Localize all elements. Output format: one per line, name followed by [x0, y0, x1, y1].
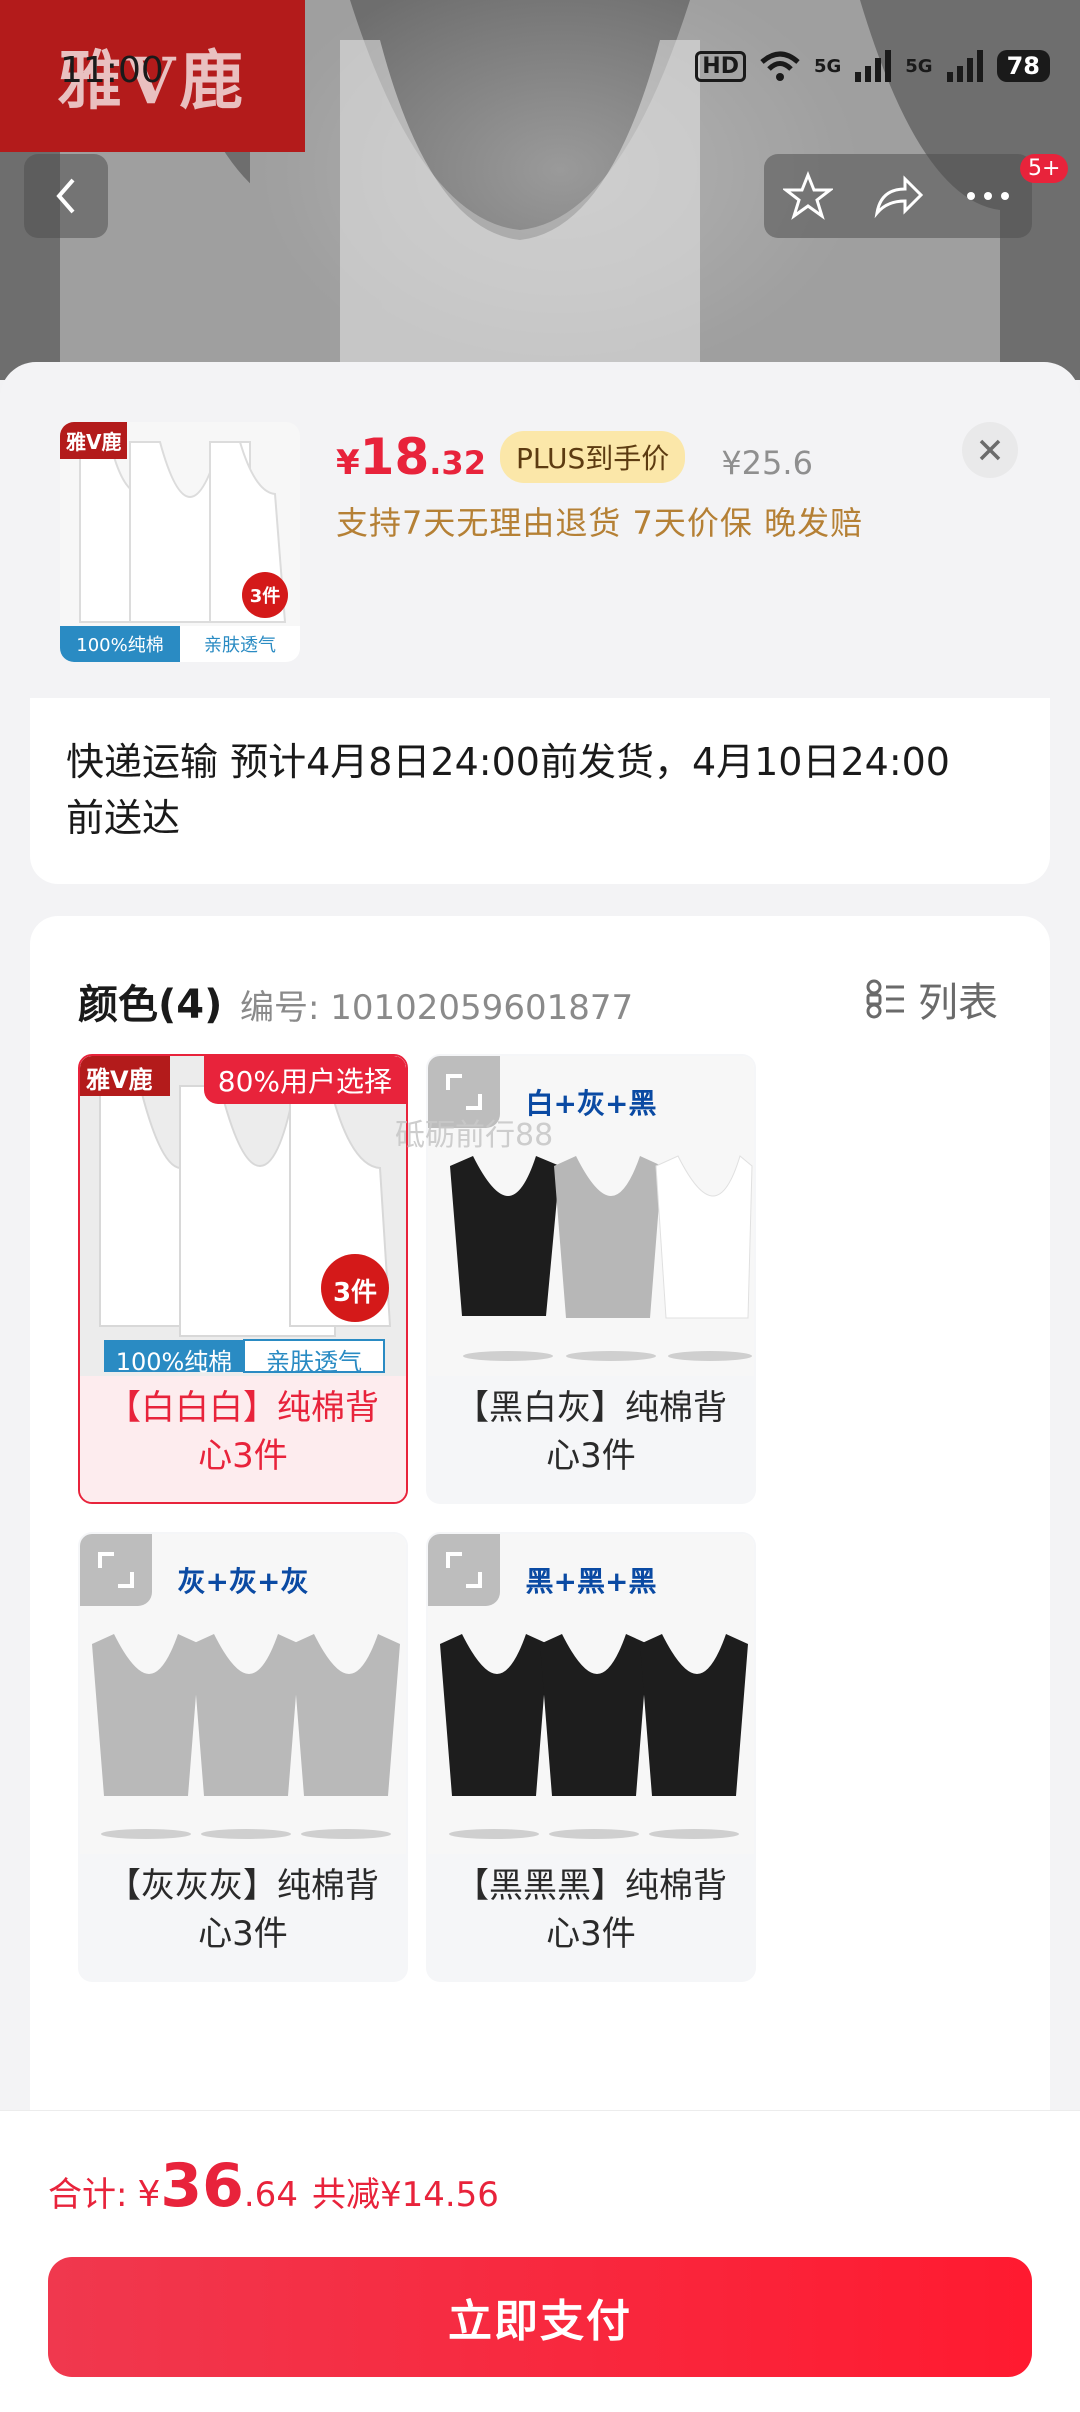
variant-image: 黑+黑+黑	[428, 1534, 754, 1854]
more-icon[interactable]	[963, 186, 1013, 206]
total-integer: 36	[160, 2151, 244, 2221]
variant-combo-label: 黑+黑+黑	[525, 1565, 657, 1598]
variant-image: 白+灰+黑	[428, 1056, 754, 1376]
total-currency: ¥	[137, 2174, 161, 2215]
list-icon	[866, 979, 904, 1019]
variant-white-white-white[interactable]: 雅V鹿 3件 100%纯棉 亲肤透气 80%用户选择 【白白白】纯棉背心3件	[78, 1054, 408, 1504]
product-code: 编号: 10102059601877	[240, 988, 634, 1028]
chevron-left-icon	[56, 178, 75, 214]
service-guarantees: 支持7天无理由退货 7天价保 晚发赔	[336, 504, 864, 542]
hd-icon: HD	[695, 50, 746, 82]
thumbnail-brand-logo: 雅V鹿	[60, 422, 128, 459]
variant-count-badge: 3件	[332, 1278, 378, 1308]
variant-combo-label: 灰+灰+灰	[177, 1565, 309, 1598]
back-button[interactable]	[24, 154, 108, 238]
shipping-card: 快递运输 预计4月8日24:00前发货，4月10日24:00前送达	[30, 698, 1050, 884]
price-row: ¥18.32 PLUS到手价 ¥25.6	[336, 428, 813, 489]
variant-black-black-black[interactable]: 黑+黑+黑 【黑黑黑】纯棉背心3件	[426, 1532, 756, 1982]
product-thumbnail[interactable]: 雅V鹿 3件 100%纯棉 亲肤透气	[60, 422, 300, 662]
color-section-title: 颜色(4)	[78, 982, 223, 1028]
list-view-toggle[interactable]: 列表	[866, 970, 998, 1028]
notification-badge: 5+	[1020, 154, 1069, 183]
band-breathable-label: 亲肤透气	[180, 626, 300, 662]
wifi-icon	[760, 51, 800, 81]
battery-icon: 78	[996, 50, 1050, 82]
purchase-sheet: 雅V鹿 3件 100%纯棉 亲肤透气 ¥18.32 PLUS到手价 ¥25.6 …	[0, 362, 1080, 2412]
status-time: 11:00	[60, 50, 164, 91]
shipping-estimate: 快递运输 预计4月8日24:00前发货，4月10日24:00前送达	[66, 740, 950, 840]
current-price: ¥18.32	[336, 428, 486, 486]
pay-now-button[interactable]: 立即支付	[48, 2257, 1032, 2377]
network-5g-label-2: 5G	[905, 55, 933, 77]
variant-brand-logo: 雅V鹿	[86, 1066, 153, 1094]
close-button[interactable]	[962, 422, 1018, 478]
white-tanktops-image	[80, 1056, 406, 1376]
top-action-group	[764, 154, 1032, 238]
variant-name: 【黑白灰】纯棉背心3件	[455, 1388, 727, 1476]
close-icon	[979, 439, 1001, 461]
network-5g-label-1: 5G	[813, 55, 842, 77]
variant-band-breathable: 亲肤透气	[266, 1348, 362, 1376]
list-label: 列表	[918, 980, 998, 1026]
variant-name: 【白白白】纯棉背心3件	[80, 1376, 406, 1502]
variant-image: 灰+灰+灰	[80, 1534, 406, 1854]
star-icon[interactable]	[783, 171, 833, 221]
plus-price-tag: PLUS到手价	[499, 431, 686, 483]
thumbnail-feature-band: 100%纯棉 亲肤透气	[60, 626, 300, 662]
variant-image: 雅V鹿 3件 100%纯棉 亲肤透气 80%用户选择	[80, 1056, 406, 1376]
variant-name: 【灰灰灰】纯棉背心3件	[107, 1866, 379, 1954]
variant-band-cotton: 100%纯棉	[115, 1348, 233, 1376]
product-header: 雅V鹿 3件 100%纯棉 亲肤透气 ¥18.32 PLUS到手价 ¥25.6 …	[0, 362, 1080, 692]
signal-icon-2	[946, 50, 983, 82]
original-price: ¥25.6	[721, 444, 813, 482]
variant-name: 【黑黑黑】纯棉背心3件	[455, 1866, 727, 1954]
popular-choice-tag: 80%用户选择	[203, 1056, 406, 1104]
variant-gray-gray-gray[interactable]: 灰+灰+灰 【灰灰灰】纯棉背心3件	[78, 1532, 408, 1982]
band-cotton-label: 100%纯棉	[60, 626, 180, 662]
status-icons: HD 5G 5G 78	[695, 50, 1050, 82]
total-savings: 共减¥14.56	[311, 2175, 499, 2215]
order-total: 合计: ¥ 36 .64 共减¥14.56	[48, 2151, 499, 2221]
thumbnail-count-badge: 3件	[242, 572, 288, 618]
overlay-watermark: 砥砺前行88	[395, 1118, 554, 1153]
share-icon[interactable]	[871, 171, 925, 221]
signal-icon-1	[855, 50, 892, 82]
total-decimal: .64	[243, 2175, 298, 2215]
total-label: 合计:	[48, 2175, 128, 2215]
checkout-bar: 合计: ¥ 36 .64 共减¥14.56 立即支付	[0, 2110, 1080, 2412]
